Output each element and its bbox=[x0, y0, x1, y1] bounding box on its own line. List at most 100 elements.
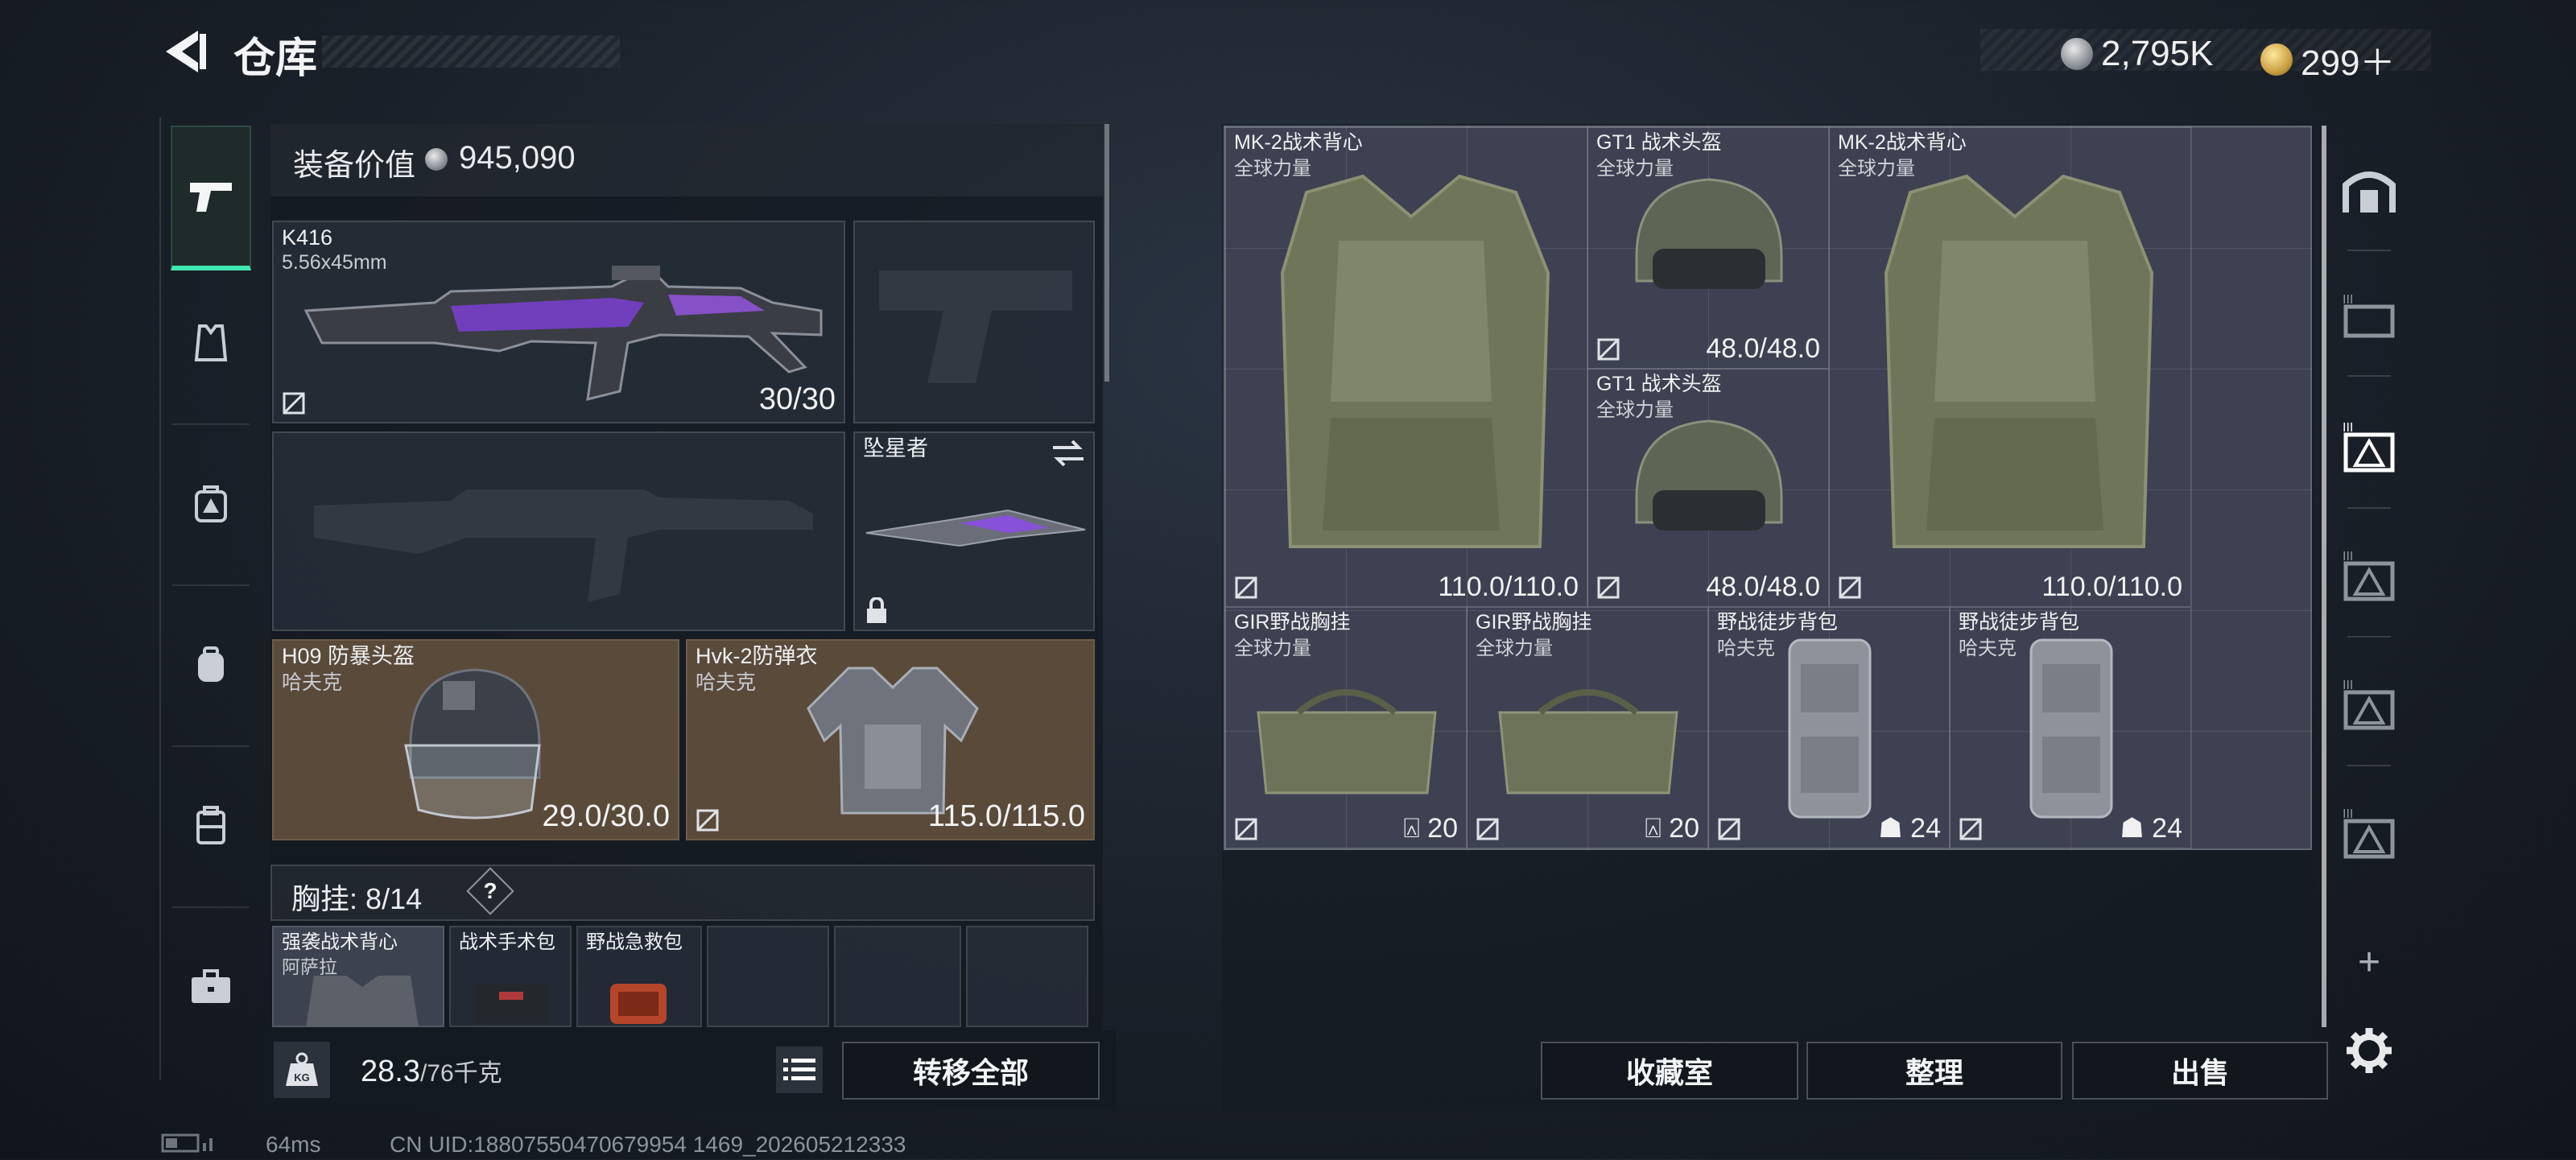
storage-tab-3[interactable]: III bbox=[2334, 531, 2404, 620]
storage-item[interactable]: GIR野战胸挂 全球力量 ⍓ 20 bbox=[1225, 607, 1467, 848]
rail-item-container[interactable] bbox=[171, 753, 251, 898]
storage-page-icon: III bbox=[2343, 807, 2395, 859]
storage-item[interactable]: GIR野战胸挂 全球力量 ⍓ 20 bbox=[1467, 607, 1708, 848]
pistol-icon bbox=[190, 183, 232, 212]
backpack-icon bbox=[198, 646, 224, 682]
rail-item-medical[interactable] bbox=[171, 431, 251, 576]
rig-empty-slot[interactable] bbox=[966, 926, 1088, 1027]
vest-small-icon: ⍓ bbox=[1645, 813, 1662, 844]
rail-item-weapons[interactable] bbox=[171, 126, 251, 270]
sell-button[interactable]: 出售 bbox=[2072, 1042, 2328, 1100]
primary-weapon-slot[interactable]: K416 5.56x45mm 30/30 bbox=[272, 221, 845, 423]
vest-small-icon: ⍓ bbox=[1403, 813, 1420, 844]
storage-tab-5[interactable]: III bbox=[2334, 789, 2404, 877]
settings-button[interactable] bbox=[2334, 1006, 2404, 1095]
weight-text: 28.3/76千克 bbox=[361, 1055, 502, 1088]
storage-scrollbar[interactable] bbox=[2322, 126, 2326, 1027]
storage-tab-4[interactable]: III bbox=[2334, 660, 2404, 749]
no-insurance-icon bbox=[1959, 818, 1982, 840]
svg-text:III: III bbox=[2343, 293, 2353, 307]
weight-icon: KG bbox=[286, 1052, 318, 1086]
no-insurance-icon bbox=[1718, 818, 1740, 840]
battery-icon bbox=[161, 1132, 217, 1160]
rail-item-backpack[interactable] bbox=[171, 592, 251, 737]
svg-text:III: III bbox=[2343, 679, 2353, 692]
add-storage-button[interactable]: + bbox=[2334, 918, 2404, 1006]
storage-tab-home[interactable] bbox=[2334, 145, 2404, 233]
gold-coin-icon bbox=[2260, 43, 2293, 76]
storage-page-icon: III bbox=[2343, 679, 2395, 730]
surgery-kit-image bbox=[475, 984, 547, 1024]
no-insurance-icon bbox=[1839, 576, 1861, 599]
toolbox-icon bbox=[192, 969, 230, 1003]
capacity-label: ☗ 24 bbox=[2120, 813, 2182, 844]
currency-silver[interactable]: 2,795K bbox=[2061, 34, 2213, 74]
chest-rig-capacity: 胸挂: 8/14 bbox=[291, 882, 423, 915]
rig-empty-slot[interactable] bbox=[834, 926, 961, 1027]
rig-empty-slot[interactable] bbox=[707, 926, 829, 1027]
uid-text: CN UID:18807550470679954 1469_2026052123… bbox=[390, 1132, 906, 1157]
currency-gold[interactable]: 299＋ bbox=[2260, 34, 2395, 85]
helmet-image bbox=[1635, 419, 1783, 530]
category-rail bbox=[159, 118, 261, 1080]
storage-item[interactable]: 野战徒步背包 哈夫克 ☗ 24 bbox=[1950, 607, 2191, 848]
loadout-scrollbar[interactable] bbox=[1104, 124, 1109, 382]
storage-item[interactable]: GT1 战术头盔 全球力量 48.0/48.0 bbox=[1587, 127, 1829, 369]
armor-slot[interactable]: Hvk-2防弹衣 哈夫克 115.0/115.0 bbox=[686, 639, 1095, 840]
title-decoration bbox=[322, 35, 620, 68]
svg-text:KG: KG bbox=[294, 1071, 310, 1084]
helmet-slot[interactable]: H09 防暴头盔 哈夫克 29.0/30.0 bbox=[272, 639, 679, 840]
storage-item[interactable]: 野战徒步背包 哈夫克 ☗ 24 bbox=[1708, 607, 1950, 848]
helmet-image bbox=[1635, 178, 1783, 289]
no-insurance-icon bbox=[1235, 818, 1257, 840]
storage-item[interactable]: MK-2战术背心 全球力量 110.0/110.0 bbox=[1225, 127, 1587, 607]
storage-page-icon: III bbox=[2343, 293, 2395, 338]
secondary-weapon-slot-empty[interactable] bbox=[272, 431, 845, 631]
back-arrow-icon bbox=[166, 31, 206, 72]
helmet-image bbox=[404, 668, 541, 819]
sort-button[interactable]: 整理 bbox=[1806, 1042, 2062, 1100]
list-view-button[interactable] bbox=[776, 1046, 823, 1093]
backpack-image bbox=[2029, 638, 2113, 819]
storage-tab-2-active[interactable]: III bbox=[2334, 402, 2404, 491]
storage-tab-1[interactable]: III bbox=[2334, 270, 2404, 359]
back-button[interactable] bbox=[158, 27, 214, 76]
swap-icon[interactable] bbox=[1051, 440, 1085, 467]
storage-page-icon: III bbox=[2343, 421, 2395, 473]
storage-item[interactable]: GT1 战术头盔 全球力量 48.0/48.0 bbox=[1587, 369, 1829, 607]
vault-icon bbox=[2343, 171, 2396, 213]
rig-item[interactable]: 野战急救包 bbox=[576, 926, 702, 1027]
page-title: 仓库 bbox=[233, 35, 318, 82]
no-insurance-icon bbox=[696, 809, 719, 832]
help-icon[interactable]: ? bbox=[473, 874, 507, 908]
rig-item[interactable]: 战术手术包 bbox=[449, 926, 572, 1027]
medkit-icon bbox=[195, 485, 227, 522]
backpack-small-icon: ☗ bbox=[2120, 813, 2145, 844]
storage-item[interactable]: MK-2战术背心 全球力量 110.0/110.0 bbox=[1829, 127, 2191, 607]
melee-slot[interactable]: 坠星者 bbox=[853, 431, 1095, 631]
rifle-image bbox=[303, 266, 823, 401]
svg-text:III: III bbox=[2343, 807, 2353, 821]
vest-icon bbox=[194, 324, 228, 361]
silver-coin-icon bbox=[425, 148, 448, 171]
chest-rig-image bbox=[1257, 689, 1437, 795]
rig-item[interactable]: 强袭战术背心 阿萨拉 bbox=[272, 926, 444, 1027]
gear-icon bbox=[2347, 1028, 2392, 1073]
transfer-all-button[interactable]: 转移全部 bbox=[842, 1042, 1100, 1100]
lock-icon bbox=[867, 597, 886, 623]
list-icon bbox=[783, 1059, 815, 1080]
first-aid-kit-image bbox=[610, 984, 667, 1024]
ping-text: 64ms bbox=[266, 1132, 321, 1157]
rail-item-armor[interactable] bbox=[171, 270, 251, 415]
rifle-silhouette-icon bbox=[314, 489, 813, 602]
capacity-label: ⍓ 20 bbox=[1645, 813, 1699, 844]
collection-room-button[interactable]: 收藏室 bbox=[1541, 1042, 1798, 1100]
backpack-small-icon: ☗ bbox=[1878, 813, 1903, 844]
case-icon bbox=[196, 806, 225, 844]
backpack-image bbox=[1788, 638, 1872, 819]
pistol-silhouette-icon bbox=[879, 270, 1072, 383]
capacity-label: ⍓ 20 bbox=[1403, 813, 1458, 844]
rail-item-toolbox[interactable] bbox=[171, 914, 251, 1059]
weight-indicator: KG bbox=[274, 1042, 330, 1098]
pistol-slot-empty[interactable] bbox=[853, 221, 1095, 423]
